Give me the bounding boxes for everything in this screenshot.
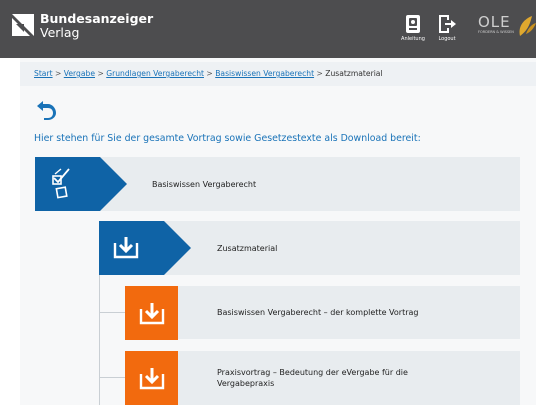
logout-icon [439, 15, 456, 33]
tree-row-label-level1: Basiswissen Vergaberecht [152, 180, 257, 189]
checklist-icon [52, 168, 70, 199]
breadcrumb-separator: > [316, 69, 323, 78]
breadcrumb-grundlagen-link[interactable]: Grundlagen Vergaberecht [106, 69, 204, 78]
breadcrumb-separator: > [206, 69, 213, 78]
download-item-label: Basiswissen Vergaberecht – der komplette… [217, 308, 419, 317]
back-arrow-icon [37, 101, 56, 120]
app-header: Bundesanzeiger Verlag Anleitung Logout O… [0, 0, 536, 58]
back-button[interactable] [36, 98, 58, 124]
intro-text: Hier stehen für Sie der gesamte Vortrag … [34, 133, 421, 144]
download-icon [139, 303, 164, 325]
ole-logo: OLE FORDERN & WISSEN [478, 12, 536, 36]
tree-row-label-level2: Zusatzmaterial [217, 244, 278, 253]
breadcrumb-current: Zusatzmaterial [325, 69, 383, 78]
breadcrumb-start-link[interactable]: Start [34, 69, 53, 78]
ole-subtitle: FORDERN & WISSEN [478, 30, 514, 34]
download-icon [113, 237, 139, 259]
anleitung-button[interactable]: Anleitung [395, 14, 431, 42]
brand-logo[interactable]: Bundesanzeiger Verlag [10, 12, 153, 39]
logout-button[interactable]: Logout [429, 14, 465, 42]
brand-subname: Verlag [40, 25, 80, 40]
download-icon [139, 368, 164, 390]
tree-connector [99, 275, 100, 405]
download-item-label: Praxisvortrag – Bedeutung der eVergabe f… [217, 368, 408, 388]
breadcrumb-separator: > [54, 69, 62, 78]
bundesanzeiger-logo-icon [12, 14, 34, 36]
breadcrumb-vergabe-link[interactable]: Vergabe [64, 69, 95, 78]
anleitung-label: Anleitung [401, 36, 425, 42]
tree-connector [99, 312, 125, 313]
logout-label: Logout [438, 36, 456, 42]
tree-tag-level1 [35, 157, 127, 211]
leaf-icon [519, 16, 536, 36]
ole-text: OLE [478, 13, 511, 31]
download-button[interactable] [125, 351, 178, 405]
tree-connector [99, 377, 125, 378]
breadcrumb-basiswissen-link[interactable]: Basiswissen Vergaberecht [215, 69, 314, 78]
breadcrumb: Start > Vergabe > Grundlagen Vergaberech… [20, 62, 536, 86]
download-button[interactable] [125, 286, 178, 340]
brand-name: Bundesanzeiger [40, 11, 154, 26]
manual-icon [406, 15, 420, 33]
breadcrumb-separator: > [97, 69, 104, 78]
